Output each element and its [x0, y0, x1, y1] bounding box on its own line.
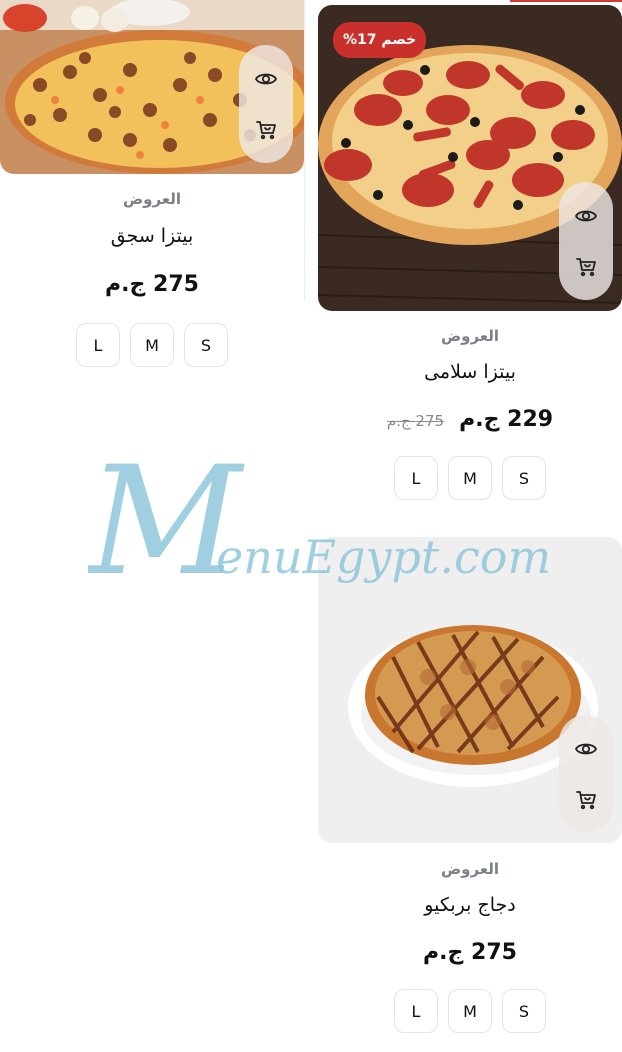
add-to-cart-button[interactable] [250, 113, 282, 145]
size-option-l[interactable]: L [394, 989, 438, 1033]
eye-icon [574, 210, 598, 222]
card-actions [559, 182, 613, 300]
product-card-sausage[interactable]: العروض بيتزا سجق 275 ج.م S M L [0, 0, 304, 380]
product-category: العروض [122, 190, 182, 208]
product-price: 275 ج.م [105, 272, 199, 297]
cart-icon [256, 121, 276, 140]
size-option-s[interactable]: S [502, 456, 546, 500]
card-actions [559, 715, 613, 833]
view-button[interactable] [570, 733, 602, 765]
discount-badge: خصم 17% [333, 22, 427, 58]
product-category: العروض [440, 327, 500, 345]
product-name[interactable]: بيتزا سلامى [318, 361, 622, 383]
price-row: 275 ج.م [0, 272, 304, 297]
eye-icon [574, 743, 598, 755]
product-name[interactable]: بيتزا سجق [0, 225, 304, 247]
view-button[interactable] [570, 200, 602, 232]
product-old-price: 275 ج.م [386, 412, 445, 430]
size-option-s[interactable]: S [502, 989, 546, 1033]
product-card-salami[interactable]: خصم 17% العروض بيتزا سلامى 229 ج.م 275 ج… [318, 0, 622, 520]
product-price: 275 ج.م [423, 940, 517, 965]
product-category: العروض [440, 860, 500, 878]
product-price: 229 ج.م [459, 407, 554, 432]
size-option-s[interactable]: S [184, 323, 228, 367]
card-actions [239, 45, 293, 163]
size-option-m[interactable]: M [448, 989, 492, 1033]
price-row: 275 ج.م [318, 940, 622, 965]
size-option-m[interactable]: M [448, 456, 492, 500]
column-divider [304, 0, 305, 300]
size-option-l[interactable]: L [394, 456, 438, 500]
size-option-l[interactable]: L [76, 323, 120, 367]
size-selector: S M L [0, 323, 304, 367]
product-card-bbq-chicken[interactable]: العروض دجاج بربكيو 275 ج.م S M L [318, 537, 622, 1047]
size-selector: S M L [318, 989, 622, 1033]
cart-icon [576, 258, 596, 277]
view-button[interactable] [250, 63, 282, 95]
size-selector: S M L [318, 456, 622, 500]
add-to-cart-button[interactable] [570, 250, 602, 282]
size-option-m[interactable]: M [130, 323, 174, 367]
price-row: 229 ج.م 275 ج.م [318, 407, 622, 432]
product-name[interactable]: دجاج بربكيو [318, 894, 622, 916]
eye-icon [254, 73, 278, 85]
add-to-cart-button[interactable] [570, 783, 602, 815]
cart-icon [576, 791, 596, 810]
svg-text:M: M [88, 455, 245, 609]
